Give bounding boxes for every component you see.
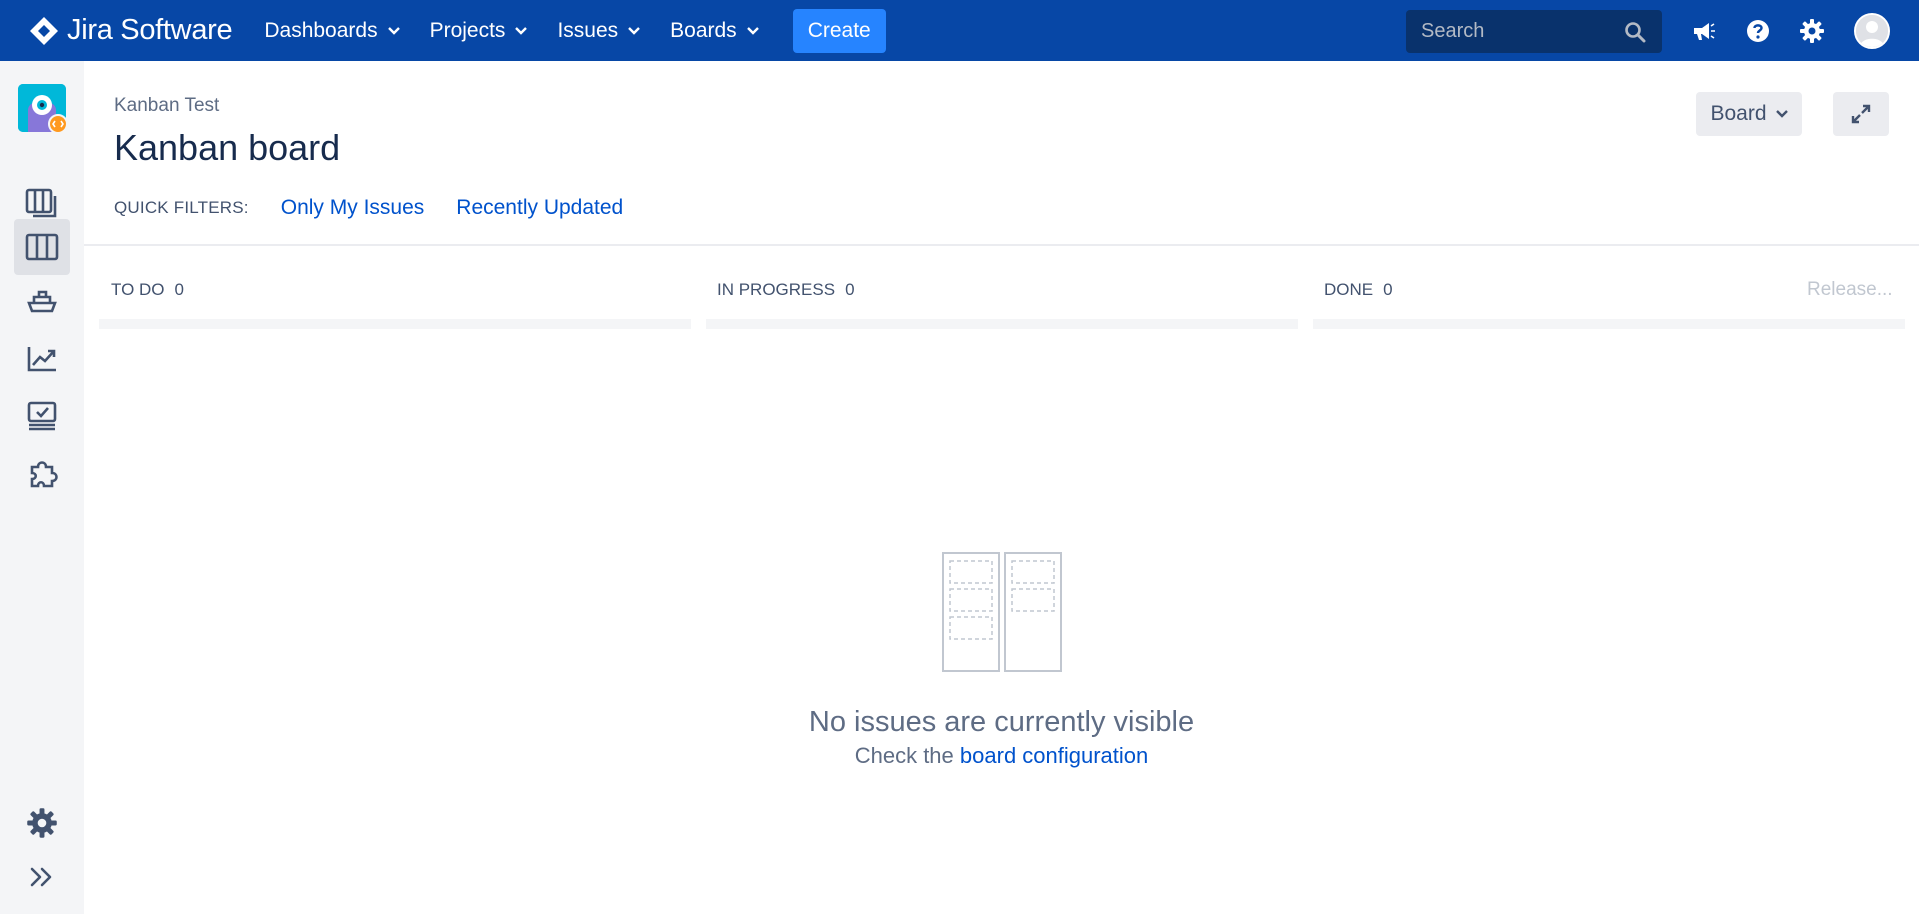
empty-state: No issues are currently visible Check th… bbox=[84, 551, 1919, 769]
top-navigation: Jira Software Dashboards Projects Issues… bbox=[0, 0, 1919, 61]
jira-diamond-icon bbox=[30, 16, 58, 45]
board-main: Kanban Test Kanban board Board QUICK FIL… bbox=[84, 61, 1919, 914]
add-ons-icon[interactable] bbox=[14, 445, 70, 501]
column-in-progress bbox=[706, 319, 1298, 329]
board-button-label: Board bbox=[1710, 102, 1767, 125]
nav-dashboards-label: Dashboards bbox=[264, 18, 378, 42]
empty-state-subtitle: Check the board configuration bbox=[84, 743, 1919, 769]
expand-sidebar-icon[interactable] bbox=[14, 849, 70, 905]
column-header-in-progress: IN PROGRESS 0 bbox=[704, 270, 1288, 310]
nav-boards[interactable]: Boards bbox=[666, 11, 763, 51]
nav-projects-label: Projects bbox=[429, 18, 506, 42]
quick-filters: QUICK FILTERS: Only My Issues Recently U… bbox=[114, 193, 623, 223]
board-dropdown-button[interactable]: Board bbox=[1696, 92, 1802, 136]
project-sidebar bbox=[0, 61, 84, 914]
app-name: Jira Software bbox=[67, 14, 233, 46]
header-divider bbox=[84, 244, 1919, 246]
column-count: 0 bbox=[845, 280, 855, 299]
fullscreen-button[interactable] bbox=[1833, 92, 1889, 136]
issues-icon[interactable] bbox=[14, 388, 70, 444]
column-count: 0 bbox=[174, 280, 184, 299]
create-button[interactable]: Create bbox=[792, 8, 886, 53]
filter-recently-updated[interactable]: Recently Updated bbox=[456, 196, 623, 220]
empty-state-prefix: Check the bbox=[854, 743, 954, 768]
empty-board-illustration bbox=[941, 552, 1062, 672]
nav-issues-label: Issues bbox=[557, 18, 619, 42]
column-done bbox=[1313, 319, 1905, 329]
column-todo bbox=[99, 319, 691, 329]
column-name: TO DO bbox=[111, 280, 165, 299]
filter-only-my-issues[interactable]: Only My Issues bbox=[281, 196, 425, 220]
chevron-down-icon bbox=[1775, 110, 1788, 118]
project-avatar[interactable] bbox=[18, 84, 68, 134]
jira-logo[interactable]: Jira Software bbox=[29, 0, 233, 61]
column-count: 0 bbox=[1383, 280, 1393, 299]
quick-filters-label: QUICK FILTERS: bbox=[114, 198, 249, 217]
search-input[interactable] bbox=[1406, 20, 1616, 43]
chevron-down-icon bbox=[515, 26, 528, 35]
column-header-todo: TO DO 0 bbox=[98, 270, 682, 310]
board-configuration-link[interactable]: board configuration bbox=[960, 743, 1148, 768]
column-name: DONE bbox=[1324, 280, 1374, 299]
nav-issues[interactable]: Issues bbox=[553, 11, 644, 51]
reports-icon[interactable] bbox=[14, 331, 70, 387]
expand-icon bbox=[1851, 104, 1871, 124]
nav-projects[interactable]: Projects bbox=[426, 11, 532, 51]
breadcrumb[interactable]: Kanban Test bbox=[114, 95, 219, 117]
megaphone-icon[interactable] bbox=[1688, 15, 1720, 47]
chevron-down-icon bbox=[746, 26, 759, 35]
nav-dashboards[interactable]: Dashboards bbox=[260, 11, 403, 51]
empty-state-title: No issues are currently visible bbox=[808, 706, 1195, 738]
settings-icon[interactable] bbox=[1796, 15, 1828, 47]
user-avatar[interactable] bbox=[1854, 13, 1890, 49]
column-name: IN PROGRESS bbox=[717, 280, 836, 299]
chevron-down-icon bbox=[628, 26, 640, 35]
board-icon[interactable] bbox=[14, 219, 70, 275]
search-icon[interactable] bbox=[1624, 21, 1646, 43]
search-box bbox=[1406, 10, 1662, 53]
nav-boards-label: Boards bbox=[670, 18, 737, 42]
project-settings-icon[interactable] bbox=[14, 795, 70, 851]
page-title: Kanban board bbox=[114, 127, 341, 168]
release-link[interactable]: Release... bbox=[1807, 279, 1893, 301]
help-icon[interactable] bbox=[1742, 15, 1774, 47]
releases-icon[interactable] bbox=[14, 274, 70, 330]
chevron-down-icon bbox=[387, 26, 400, 35]
